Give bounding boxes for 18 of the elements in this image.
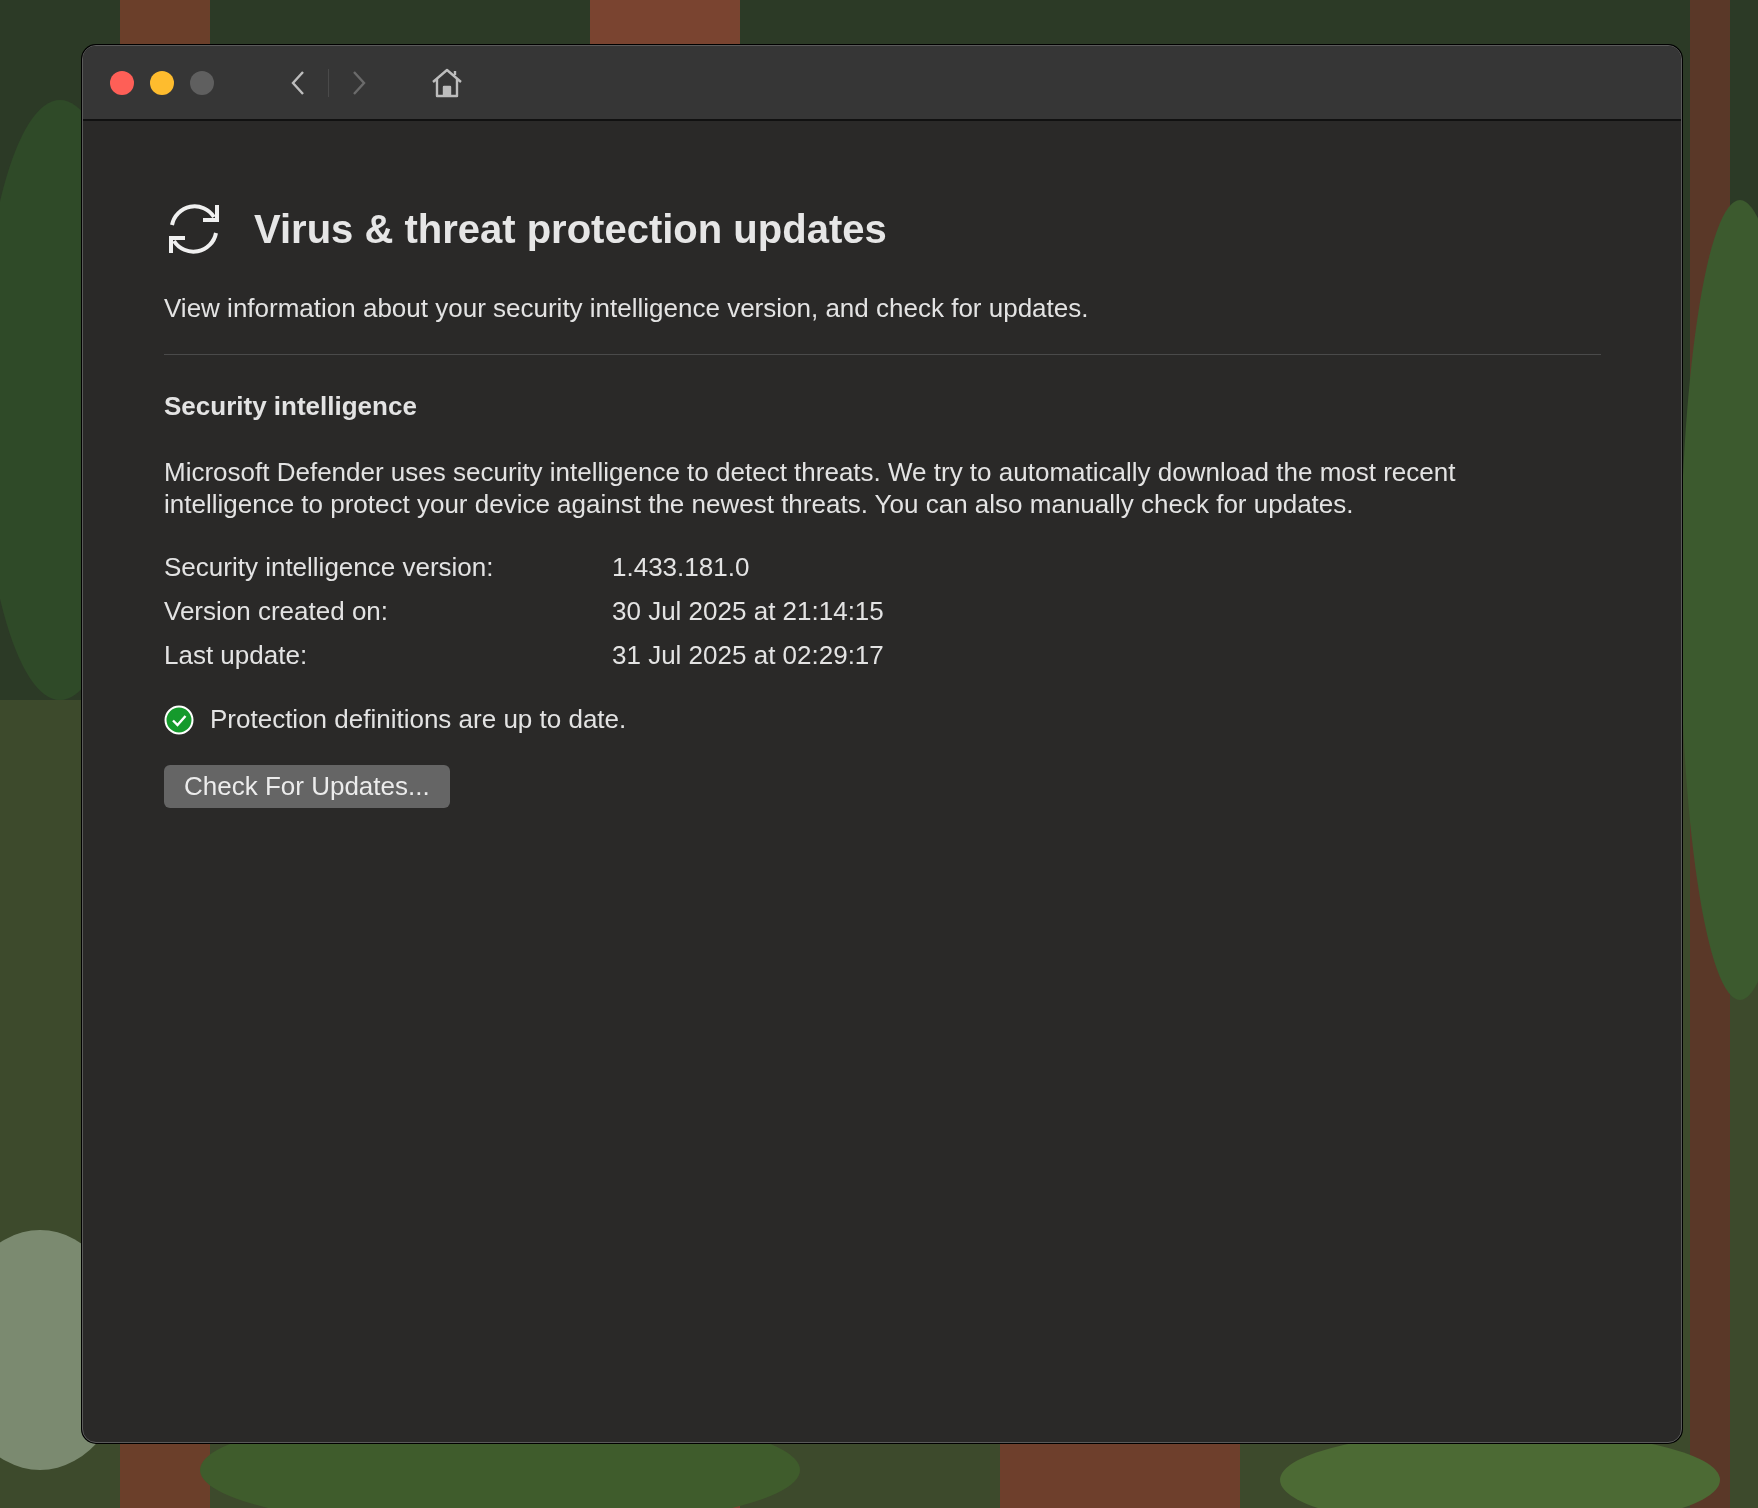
detail-label: Last update: <box>164 640 309 670</box>
page-subtitle: View information about your security intelligence version, and check for updates. <box>164 293 1090 324</box>
detail-value: 31 Jul 2025 at 02:29:17 <box>612 640 885 670</box>
detail-value: 30 Jul 2025 at 21:14:15 <box>612 596 885 626</box>
minimize-window-button[interactable] <box>150 70 174 95</box>
chevron-left-icon <box>290 69 306 96</box>
close-window-button[interactable] <box>110 70 134 95</box>
detail-label: Security intelligence version: <box>164 552 495 582</box>
detail-value: 1.433.181.0 <box>612 552 751 582</box>
chevron-right-icon <box>351 69 367 96</box>
home-icon <box>431 67 463 98</box>
section-heading: Security intelligence <box>164 391 418 422</box>
status-message: Protection definitions are up to date. <box>210 704 627 735</box>
page-title: Virus & threat protection updates <box>254 206 887 252</box>
home-button[interactable] <box>431 67 463 98</box>
check-updates-button[interactable]: Check For Updates... <box>164 765 450 808</box>
detail-label: Version created on: <box>164 596 390 626</box>
section-description: Microsoft Defender uses security intelligence to detect threats. We try to automatically download the most recent intelligence to protect your device against the newest threats. You can also manually check for updates. <box>164 456 1457 520</box>
